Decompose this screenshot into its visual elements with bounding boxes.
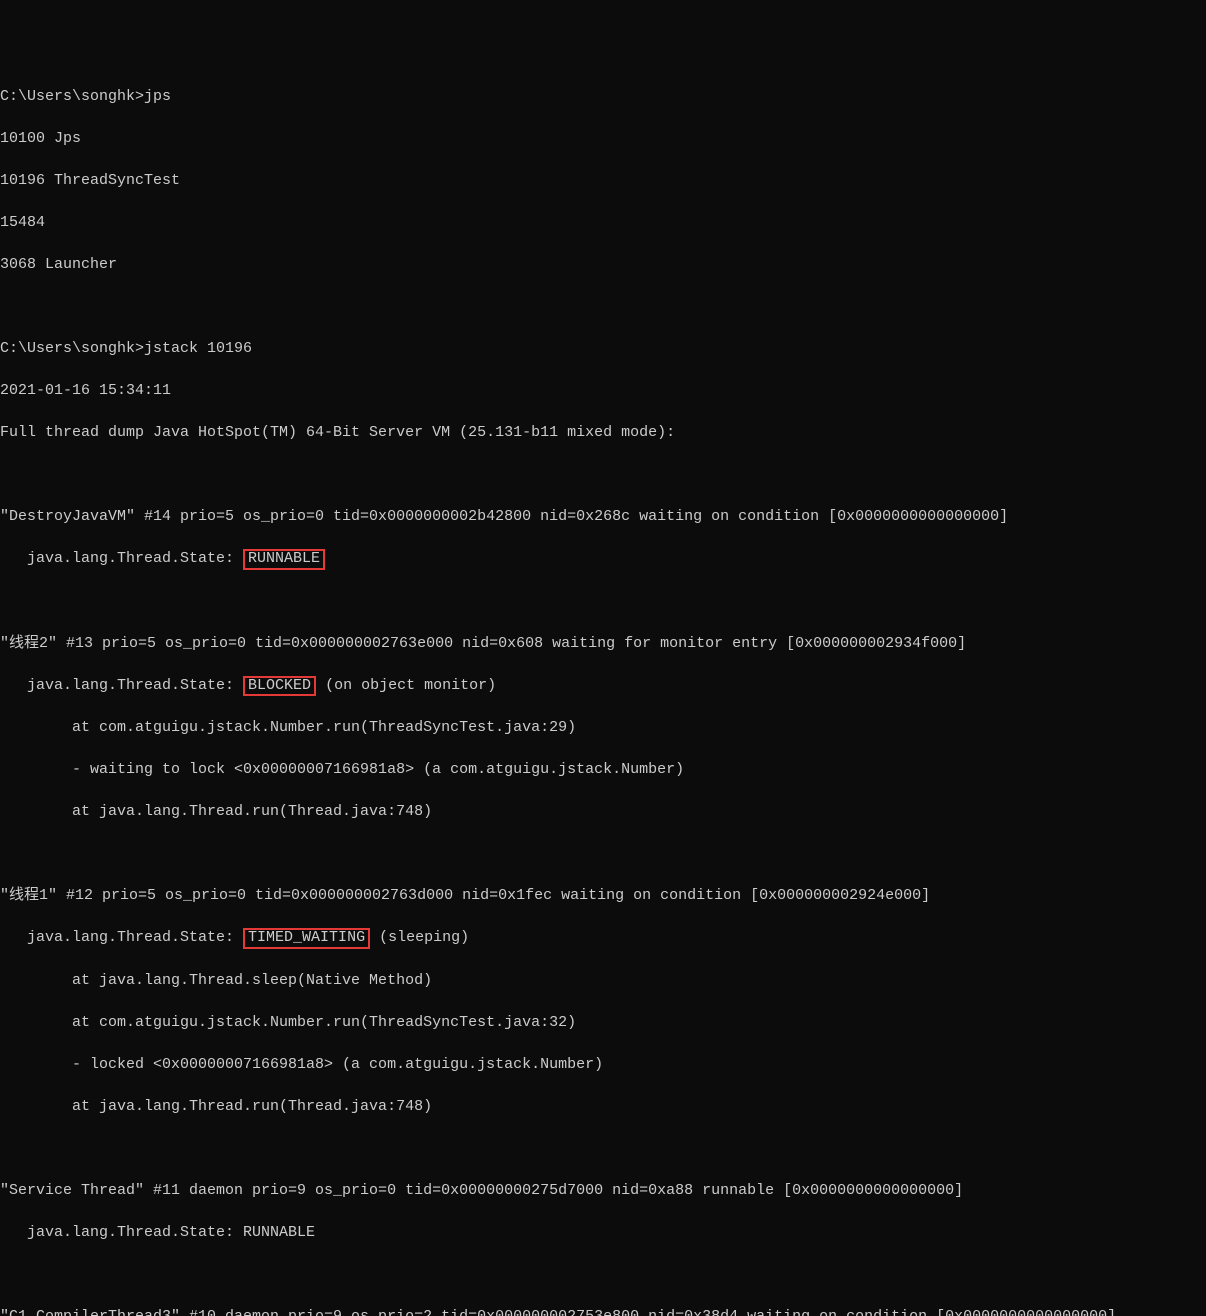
state-blocked-highlight: BLOCKED <box>243 676 316 697</box>
thread-1-header: "线程1" #12 prio=5 os_prio=0 tid=0x0000000… <box>0 885 1206 906</box>
blank-line <box>0 464 1206 485</box>
prompt-2: C:\Users\songhk> <box>0 340 144 357</box>
blank-line <box>0 591 1206 612</box>
thread-2-header: "线程2" #13 prio=5 os_prio=0 tid=0x0000000… <box>0 633 1206 654</box>
thread-1-stack-1: at com.atguigu.jstack.Number.run(ThreadS… <box>0 1012 1206 1033</box>
thread-destroyjavavm-header: "DestroyJavaVM" #14 prio=5 os_prio=0 tid… <box>0 506 1206 527</box>
thread-destroyjavavm-state: java.lang.Thread.State: RUNNABLE <box>0 548 1206 570</box>
jps-output-1: 10196 ThreadSyncTest <box>0 170 1206 191</box>
dump-header: Full thread dump Java HotSpot(TM) 64-Bit… <box>0 422 1206 443</box>
thread-compiler-header: "C1 CompilerThread3" #10 daemon prio=9 o… <box>0 1306 1206 1316</box>
state-runnable-highlight: RUNNABLE <box>243 549 325 570</box>
command-1: jps <box>144 88 171 105</box>
jps-output-0: 10100 Jps <box>0 128 1206 149</box>
thread-2-stack-2: at java.lang.Thread.run(Thread.java:748) <box>0 801 1206 822</box>
blank-line <box>0 843 1206 864</box>
jps-output-2: 15484 <box>0 212 1206 233</box>
prompt-line-2: C:\Users\songhk>jstack 10196 <box>0 338 1206 359</box>
thread-1-stack-2: - locked <0x00000007166981a8> (a com.atg… <box>0 1054 1206 1075</box>
thread-2-state: java.lang.Thread.State: BLOCKED (on obje… <box>0 675 1206 697</box>
state-timed-waiting-highlight: TIMED_WAITING <box>243 928 370 949</box>
thread-service-state: java.lang.Thread.State: RUNNABLE <box>0 1222 1206 1243</box>
prompt-1: C:\Users\songhk> <box>0 88 144 105</box>
thread-1-stack-0: at java.lang.Thread.sleep(Native Method) <box>0 970 1206 991</box>
thread-service-header: "Service Thread" #11 daemon prio=9 os_pr… <box>0 1180 1206 1201</box>
blank-line <box>0 296 1206 317</box>
thread-2-stack-1: - waiting to lock <0x00000007166981a8> (… <box>0 759 1206 780</box>
prompt-line-1: C:\Users\songhk>jps <box>0 86 1206 107</box>
thread-2-stack-0: at com.atguigu.jstack.Number.run(ThreadS… <box>0 717 1206 738</box>
command-2: jstack 10196 <box>144 340 252 357</box>
jps-output-3: 3068 Launcher <box>0 254 1206 275</box>
blank-line <box>0 1138 1206 1159</box>
thread-1-state: java.lang.Thread.State: TIMED_WAITING (s… <box>0 927 1206 949</box>
blank-line <box>0 1264 1206 1285</box>
thread-1-stack-3: at java.lang.Thread.run(Thread.java:748) <box>0 1096 1206 1117</box>
timestamp: 2021-01-16 15:34:11 <box>0 380 1206 401</box>
